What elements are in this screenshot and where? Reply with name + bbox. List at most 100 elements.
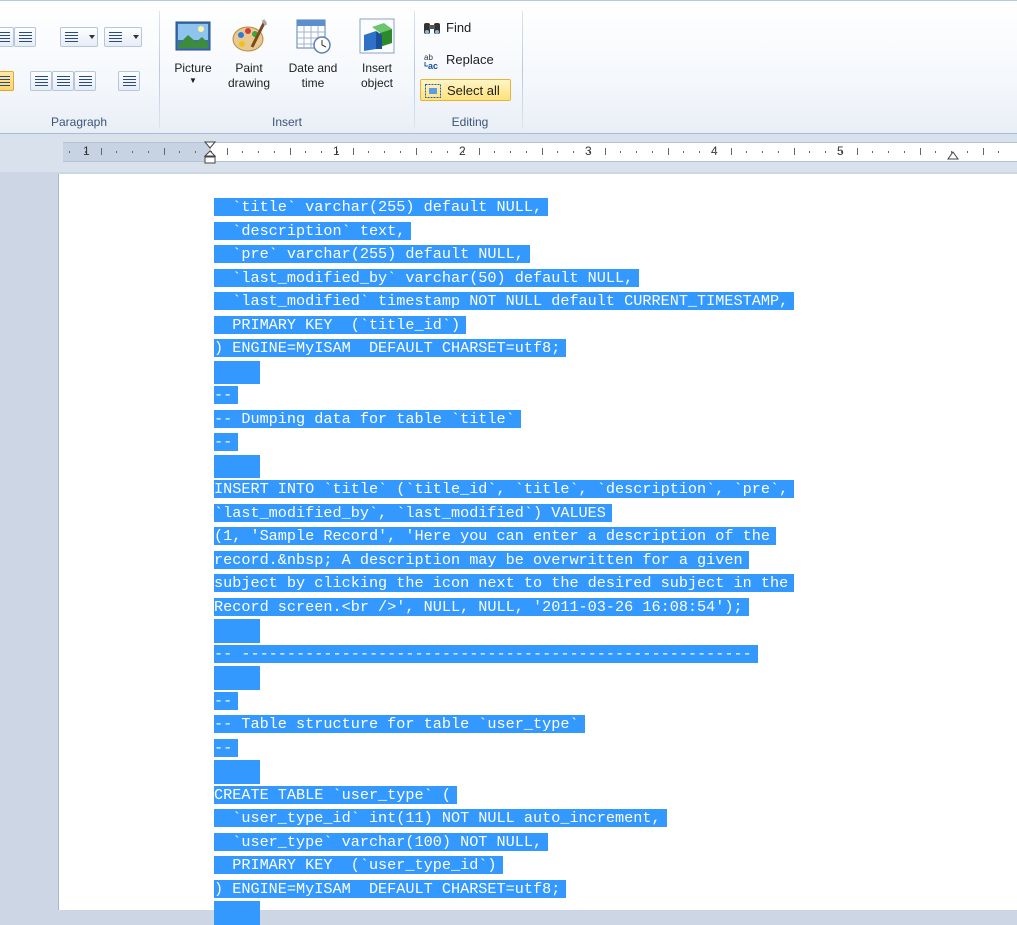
align-left-button[interactable] xyxy=(0,71,14,91)
ruler-tick xyxy=(762,151,763,153)
code-line: PRIMARY KEY (`title_id`) xyxy=(214,314,794,338)
ruler-tick xyxy=(273,151,275,153)
selected-code-text[interactable]: `title` varchar(255) default NULL, `desc… xyxy=(214,196,795,925)
binoculars-icon xyxy=(423,20,441,36)
bullet-list-button[interactable] xyxy=(60,27,98,47)
insert-object-button[interactable]: Insert object xyxy=(348,11,406,111)
ruler-tick xyxy=(588,151,590,153)
code-line: subject by clicking the icon next to the… xyxy=(214,572,795,596)
picture-icon xyxy=(174,17,212,55)
code-line-text: -- xyxy=(214,386,239,404)
ruler-tick xyxy=(132,151,133,153)
ruler-tick xyxy=(510,151,511,153)
increase-indent-button[interactable] xyxy=(14,27,36,47)
ruler-tick xyxy=(683,151,685,153)
find-button[interactable]: Find xyxy=(420,17,471,39)
code-line xyxy=(214,666,794,690)
separator xyxy=(522,11,523,129)
chevron-down-icon: ▼ xyxy=(189,76,197,85)
paragraph-group-label: Paragraph xyxy=(50,115,108,129)
code-line: `last_modified_by`, `last_modified`) VAL… xyxy=(214,502,794,526)
decrease-indent-button[interactable] xyxy=(0,27,14,47)
code-line-text: ) ENGINE=MyISAM DEFAULT CHARSET=utf8; xyxy=(214,339,567,357)
justify-button[interactable] xyxy=(74,71,96,91)
ruler-tick xyxy=(116,151,118,153)
ruler-tick xyxy=(258,151,259,153)
ruler-tick xyxy=(651,151,653,153)
code-line-text: PRIMARY KEY (`title_id`) xyxy=(214,315,467,334)
ruler-tick xyxy=(919,148,921,155)
ruler-tick xyxy=(179,151,181,153)
ruler-tick xyxy=(620,151,622,153)
insert-object-label-1: Insert xyxy=(361,61,392,75)
select-all-button[interactable]: Select all xyxy=(420,79,511,101)
code-line: `user_type_id` int(11) NOT NULL auto_inc… xyxy=(214,807,794,831)
ruler-tick xyxy=(447,151,448,153)
code-line-text: PRIMARY KEY (`user_type_id`) xyxy=(214,856,503,874)
ruler-tick xyxy=(746,151,748,153)
code-line-text: CREATE TABLE `user_type` ( xyxy=(214,785,457,804)
code-line-text: `last_modified` timestamp NOT NULL defau… xyxy=(214,292,795,310)
ruler-tick xyxy=(793,148,795,155)
ruler-tick xyxy=(415,148,417,155)
code-line-text: subject by clicking the icon next to the… xyxy=(214,574,795,592)
date-and-time-button[interactable]: Date and time xyxy=(284,11,342,111)
align-center-button[interactable] xyxy=(30,71,52,91)
code-line: Record screen.<br />', NULL, NULL, '2011… xyxy=(214,596,794,620)
date-and-time-label-2: time xyxy=(301,76,325,90)
paint-drawing-button[interactable]: Paint drawing xyxy=(220,11,278,111)
code-line: -- Table structure for table `user_type` xyxy=(214,713,794,737)
code-line-text: -- xyxy=(214,691,239,710)
replace-button[interactable]: ab ac Replace xyxy=(420,49,494,71)
code-line-text xyxy=(214,360,260,384)
ruler-tick xyxy=(321,151,322,153)
ruler-tick xyxy=(935,151,937,153)
code-line: ) ENGINE=MyISAM DEFAULT CHARSET=utf8; xyxy=(214,878,794,902)
code-line-text: `last_modified_by`, `last_modified`) VAL… xyxy=(214,503,612,522)
picture-button[interactable]: Picture ▼ xyxy=(164,11,222,111)
code-line-text xyxy=(214,901,260,925)
paint-drawing-label-1: Paint xyxy=(235,61,263,75)
code-line: `last_modified` timestamp NOT NULL defau… xyxy=(214,290,795,314)
code-line-text xyxy=(214,666,260,690)
paragraph-settings-button[interactable] xyxy=(118,71,140,91)
document-page[interactable]: `title` varchar(255) default NULL, `desc… xyxy=(58,174,1017,925)
code-line: -- xyxy=(214,384,794,408)
ruler-tick xyxy=(825,151,826,153)
ruler-tick xyxy=(289,148,291,155)
code-line: -- xyxy=(214,431,794,455)
ruler-tick xyxy=(541,148,543,155)
code-line: -- xyxy=(214,737,794,761)
code-line-text xyxy=(214,619,260,643)
ruler[interactable]: 1 1 2 3 4 5 xyxy=(0,134,1017,172)
ruler-tick xyxy=(163,148,165,155)
code-line-text: ) ENGINE=MyISAM DEFAULT CHARSET=utf8; xyxy=(214,879,567,898)
ruler-tick xyxy=(903,151,905,153)
line-spacing-button[interactable] xyxy=(104,27,142,47)
replace-icon: ab ac xyxy=(423,52,441,71)
code-line: `title` varchar(255) default NULL, xyxy=(214,196,794,220)
code-line xyxy=(214,454,794,478)
ruler-tick xyxy=(478,148,480,155)
code-line-text: -- -------------------------------------… xyxy=(214,644,758,663)
left-indent-marker[interactable] xyxy=(204,141,216,165)
replace-label: Replace xyxy=(446,52,494,67)
ruler-tick xyxy=(872,151,874,153)
code-line: `pre` varchar(255) default NULL, xyxy=(214,243,794,267)
find-label: Find xyxy=(446,20,472,35)
code-line-text: INSERT INTO `title` (`title_id`, `title`… xyxy=(214,480,795,498)
align-right-button[interactable] xyxy=(52,71,74,91)
code-line-text: (1, 'Sample Record', 'Here you can enter… xyxy=(214,527,776,545)
ruler-tick xyxy=(699,151,700,153)
insert-object-icon xyxy=(358,17,396,55)
calendar-clock-icon xyxy=(294,17,332,55)
code-line xyxy=(214,901,794,925)
ruler-tick xyxy=(525,151,527,153)
code-line: -- Dumping data for table `title` xyxy=(214,408,794,432)
ruler-tick xyxy=(242,151,244,153)
ruler-tick xyxy=(998,151,1000,153)
right-indent-marker[interactable] xyxy=(947,151,959,163)
code-line-text: -- xyxy=(214,433,239,451)
code-line-text: `pre` varchar(255) default NULL, xyxy=(214,245,530,263)
date-and-time-label-1: Date and xyxy=(288,61,338,75)
